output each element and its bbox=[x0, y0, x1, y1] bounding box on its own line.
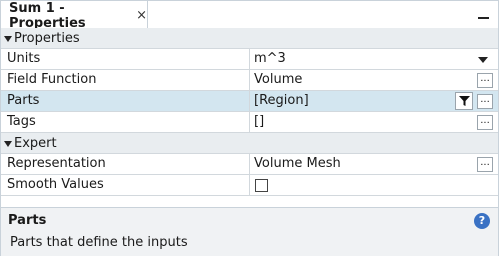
property-name: Field Function bbox=[7, 72, 97, 87]
tab-title: Sum 1 - Properties bbox=[9, 0, 86, 31]
dropdown-arrow-icon[interactable] bbox=[478, 57, 488, 63]
filter-icon[interactable] bbox=[455, 92, 473, 110]
property-grid: Properties Units m^3 Field Function Volu… bbox=[1, 28, 498, 196]
property-name: Representation bbox=[7, 156, 106, 171]
tags-value[interactable]: [] bbox=[254, 112, 264, 132]
tags-browse-button[interactable]: ... bbox=[477, 115, 493, 130]
properties-panel: Sum 1 - Properties × Properties Units m^… bbox=[0, 0, 499, 256]
field-function-browse-button[interactable]: ... bbox=[477, 73, 493, 88]
collapse-triangle-icon[interactable] bbox=[4, 140, 12, 147]
collapse-triangle-icon[interactable] bbox=[4, 35, 12, 42]
representation-browse-button[interactable]: ... bbox=[477, 157, 493, 172]
category-label: Expert bbox=[14, 135, 57, 151]
tab-sum-properties[interactable]: Sum 1 - Properties × bbox=[1, 1, 148, 31]
property-row-tags[interactable]: Tags [] ... bbox=[1, 112, 498, 133]
category-expert[interactable]: Expert bbox=[1, 133, 498, 154]
representation-value[interactable]: Volume Mesh bbox=[254, 154, 341, 174]
help-title: Parts bbox=[8, 213, 47, 228]
close-icon[interactable]: × bbox=[136, 9, 147, 22]
column-divider bbox=[249, 175, 250, 195]
smooth-values-checkbox[interactable] bbox=[255, 179, 268, 192]
property-name: Units bbox=[7, 51, 41, 66]
column-divider bbox=[249, 112, 250, 132]
help-panel: Parts ? Parts that define the inputs bbox=[1, 207, 498, 256]
minimize-icon[interactable] bbox=[478, 9, 490, 23]
property-row-parts[interactable]: Parts [Region] ... bbox=[1, 91, 498, 112]
units-value[interactable]: m^3 bbox=[254, 49, 286, 69]
field-function-value[interactable]: Volume bbox=[254, 70, 302, 90]
help-icon[interactable]: ? bbox=[474, 213, 490, 229]
parts-value[interactable]: [Region] bbox=[254, 91, 309, 111]
property-name: Parts bbox=[7, 93, 40, 108]
column-divider bbox=[249, 49, 250, 69]
column-divider bbox=[249, 154, 250, 174]
column-divider bbox=[249, 91, 250, 111]
category-properties[interactable]: Properties bbox=[1, 28, 498, 49]
property-name: Smooth Values bbox=[7, 177, 104, 192]
property-row-smooth-values[interactable]: Smooth Values bbox=[1, 175, 498, 196]
property-row-field-function[interactable]: Field Function Volume ... bbox=[1, 70, 498, 91]
category-label: Properties bbox=[14, 30, 80, 46]
property-name: Tags bbox=[7, 114, 36, 129]
property-row-units[interactable]: Units m^3 bbox=[1, 49, 498, 70]
column-divider bbox=[249, 70, 250, 90]
parts-browse-button[interactable]: ... bbox=[477, 94, 493, 109]
help-description: Parts that define the inputs bbox=[10, 235, 188, 250]
tab-bar: Sum 1 - Properties × bbox=[1, 1, 498, 31]
property-row-representation[interactable]: Representation Volume Mesh ... bbox=[1, 154, 498, 175]
